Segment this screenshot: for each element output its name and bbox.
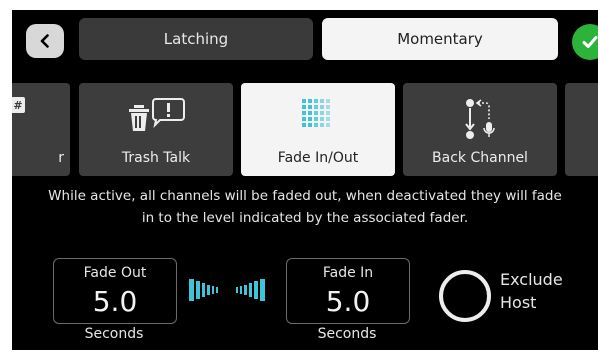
exclude-host-label-line1: Exclude xyxy=(500,270,563,289)
mode-momentary-label: Momentary xyxy=(397,30,483,48)
exclude-host-label: Exclude Host xyxy=(500,268,563,314)
confirm-button[interactable] xyxy=(572,24,598,60)
hash-icon: # xyxy=(12,97,25,113)
tile-fade-in-out[interactable]: Fade In/Out xyxy=(241,83,395,176)
mode-latching-label: Latching xyxy=(163,30,229,48)
tile-partial-left[interactable]: # r xyxy=(12,83,70,176)
back-channel-icon xyxy=(465,99,495,139)
fade-in-unit: Seconds xyxy=(317,326,377,342)
mode-momentary-button[interactable]: Momentary xyxy=(322,18,558,60)
tile-back-channel[interactable]: Back Channel xyxy=(403,83,557,176)
chevron-left-icon xyxy=(40,34,49,48)
fade-bars-icon xyxy=(189,279,265,301)
dot-grid-icon xyxy=(302,99,330,127)
tile-trash-talk-label: Trash Talk xyxy=(121,150,191,166)
mode-description: While active, all channels will be faded… xyxy=(48,188,562,226)
trash-speech-icon xyxy=(129,98,185,131)
fade-out-control[interactable]: Fade Out 5.0 xyxy=(53,258,177,324)
screen: Latching Momentary # r Trash Talk Fade I… xyxy=(12,10,598,350)
tile-partial-right[interactable] xyxy=(565,83,598,176)
fade-in-control[interactable]: Fade In 5.0 xyxy=(286,258,410,324)
checkmark-icon xyxy=(582,36,598,48)
fade-in-value: 5.0 xyxy=(325,285,371,318)
tile-trash-talk[interactable]: Trash Talk xyxy=(79,83,233,176)
fade-in-title: Fade In xyxy=(322,265,374,281)
tile-label: r xyxy=(58,150,64,166)
tile-back-channel-label: Back Channel xyxy=(432,150,528,166)
fade-out-value: 5.0 xyxy=(92,285,138,318)
back-button[interactable] xyxy=(26,24,64,58)
exclude-host-label-line2: Host xyxy=(500,293,537,312)
fade-out-title: Fade Out xyxy=(83,265,147,281)
mode-latching-button[interactable]: Latching xyxy=(79,18,313,60)
exclude-host-toggle[interactable] xyxy=(439,270,491,322)
tile-fade-in-out-label: Fade In/Out xyxy=(277,150,359,166)
fade-out-unit: Seconds xyxy=(84,326,144,342)
